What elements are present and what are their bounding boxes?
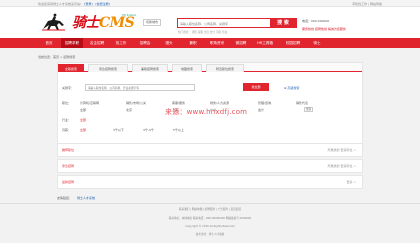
nav-item[interactable]: 骑士 <box>306 38 328 48</box>
nav-item[interactable]: 招聘求职 <box>61 38 83 48</box>
friend-links: 友情链接： 骑士人才系统 <box>57 196 95 200</box>
welcome-label: 欢迎您来到骑士人才系统演示站! <box>38 2 82 6</box>
welcome-text: 欢迎您来到骑士人才系统演示站! [登录] [免费注册] <box>38 2 110 6</box>
watermark-text: 来源：www.hnxdfj.com <box>165 108 248 116</box>
hot-keywords[interactable]: 热门搜索： 销售 客服 文员 会计 司机 行政 <box>178 30 227 34</box>
top-right-links[interactable]: 手机找工作 | 网站导航 <box>352 2 382 6</box>
footer-divider <box>0 203 420 204</box>
section-title[interactable]: 最新招聘 <box>62 180 74 184</box>
header-search-box: 搜 索 <box>177 18 297 28</box>
nav-item[interactable]: 首页 <box>38 38 60 48</box>
main-nav: 首页 招聘求职 名企招聘 找工作 招聘会 猎头 兼职 职场资讯 微招聘 HR工具… <box>0 38 420 48</box>
filter-option[interactable]: 全部 <box>80 108 86 112</box>
footer-links[interactable]: 联系我们 | 网站地图 | 招聘服务 | 广告服务 | 意见反馈 <box>0 207 420 211</box>
friend-links-label: 友情链接： <box>57 196 73 200</box>
nav-item[interactable]: 微招聘 <box>230 38 252 48</box>
section-more-link[interactable]: 所属类别 更多职位 > <box>328 164 356 168</box>
contact-phone: 电话：000-000000 <box>302 19 330 23</box>
top-bar: 欢迎您来到骑士人才系统演示站! [登录] [免费注册] 手机找工作 | 网站导航 <box>0 0 420 7</box>
search-tabs: 全职搜索 紧急招聘搜索 兼职招聘搜索 地图搜索 附近职位搜索 <box>58 63 362 72</box>
footer-powered: 技术支持：骑士人才系统 <box>195 233 225 236</box>
filter-option[interactable]: 北京 <box>126 108 132 112</box>
more-select[interactable]: 更多 <box>304 107 314 112</box>
contact-hotline: 服务热线 招聘热线 竭诚为您服务 <box>302 27 346 31</box>
advanced-search-link[interactable]: ⊕ 高级搜索 <box>284 86 299 90</box>
filter-option[interactable]: 5千以上 <box>173 128 184 132</box>
header-search-button[interactable]: 搜 索 <box>270 19 296 27</box>
logo-subtitle: HR System <box>122 14 137 17</box>
filter-option[interactable]: 财务/人力资源 <box>210 101 229 105</box>
login-link[interactable]: [登录] <box>84 2 92 6</box>
section-more-link[interactable]: 所属类别 更多职位 > <box>328 148 356 152</box>
header-search-input[interactable] <box>180 20 272 27</box>
nav-item[interactable]: 职场资讯 <box>206 38 228 48</box>
keyword-field <box>85 84 195 91</box>
footer-contact: 联系地址：本地地址 联系电话：000-00000000 网站备案号 000000… <box>168 217 252 220</box>
horse-rider-logo-icon[interactable] <box>40 12 68 32</box>
filter-label-job: 职位： <box>62 101 72 105</box>
filter-option[interactable]: 3千以下 <box>113 128 124 132</box>
friend-link[interactable]: 骑士人才系统 <box>77 196 95 200</box>
logo-cms: CMS <box>99 15 135 31</box>
tab-parttime[interactable]: 兼职招聘搜索 <box>132 64 168 72</box>
filter-option[interactable]: 销售/市场/公关 <box>126 101 146 105</box>
filter-label-salary: 月薪： <box>62 128 72 132</box>
site-header: 骑士CMS HR System 切换城市 搜 索 热门搜索： 销售 客服 文员 … <box>0 7 420 38</box>
keyword-label: 关键字： <box>62 86 75 90</box>
section-title[interactable]: 推荐职位 <box>62 148 74 152</box>
filter-option[interactable]: 管理/咨询 <box>258 101 271 105</box>
filter-option-selected[interactable]: 全部 <box>80 118 86 122</box>
section-urgent: 紧急招聘 所属类别 更多职位 > <box>57 159 363 173</box>
nav-item[interactable]: 校园招聘 <box>282 38 304 48</box>
contact-info: 电话：000-000000 服务热线 招聘热线 竭诚为您服务 <box>302 19 346 31</box>
nav-item[interactable]: 猎头 <box>158 38 180 48</box>
job-search-panel: 全职搜索 紧急招聘搜索 兼职招聘搜索 地图搜索 附近职位搜索 关键字： 搜全部 … <box>57 62 363 144</box>
filter-option-selected[interactable]: 全部 <box>80 128 86 132</box>
city-switch-button[interactable]: 切换城市 <box>143 19 162 26</box>
filter-option[interactable]: 3千-5千 <box>143 128 154 132</box>
section-recommended: 推荐职位 所属类别 更多职位 > <box>57 143 363 157</box>
filter-option[interactable]: 计算机/互联网 <box>80 101 99 105</box>
keyword-input[interactable] <box>86 85 194 90</box>
nav-item[interactable]: HR工具箱 <box>254 38 276 48</box>
tab-urgent[interactable]: 紧急招聘搜索 <box>88 64 128 72</box>
nav-item[interactable]: 兼职 <box>182 38 204 48</box>
section-title[interactable]: 紧急招聘 <box>62 164 74 168</box>
tab-nearby[interactable]: 附近职位搜索 <box>206 64 244 72</box>
filter-label-industry: 行业： <box>62 118 72 122</box>
filter-option[interactable]: 销售代表 <box>296 101 308 105</box>
keyword-search-button[interactable]: 搜全部 <box>243 83 269 91</box>
footer-copyright: Copyright © 2016 All Rights Reserved <box>185 225 235 228</box>
filter-option[interactable]: 客服/服务 <box>172 101 185 105</box>
register-link[interactable]: [免费注册] <box>95 2 109 6</box>
nav-item[interactable]: 找工作 <box>110 38 132 48</box>
filter-option[interactable]: 会计 <box>258 108 264 112</box>
tab-map[interactable]: 地图搜索 <box>172 64 202 72</box>
nav-item[interactable]: 招聘会 <box>134 38 156 48</box>
section-more-link[interactable]: 更多 > <box>347 180 356 184</box>
nav-item[interactable]: 名企招聘 <box>86 38 108 48</box>
logo-main: 骑士 <box>72 15 100 31</box>
section-latest: 最新招聘 更多 > <box>57 175 363 189</box>
breadcrumb: 当前位置：首页 > 招聘搜索 <box>38 55 76 59</box>
tab-fulltime[interactable]: 全职搜索 <box>58 64 84 72</box>
